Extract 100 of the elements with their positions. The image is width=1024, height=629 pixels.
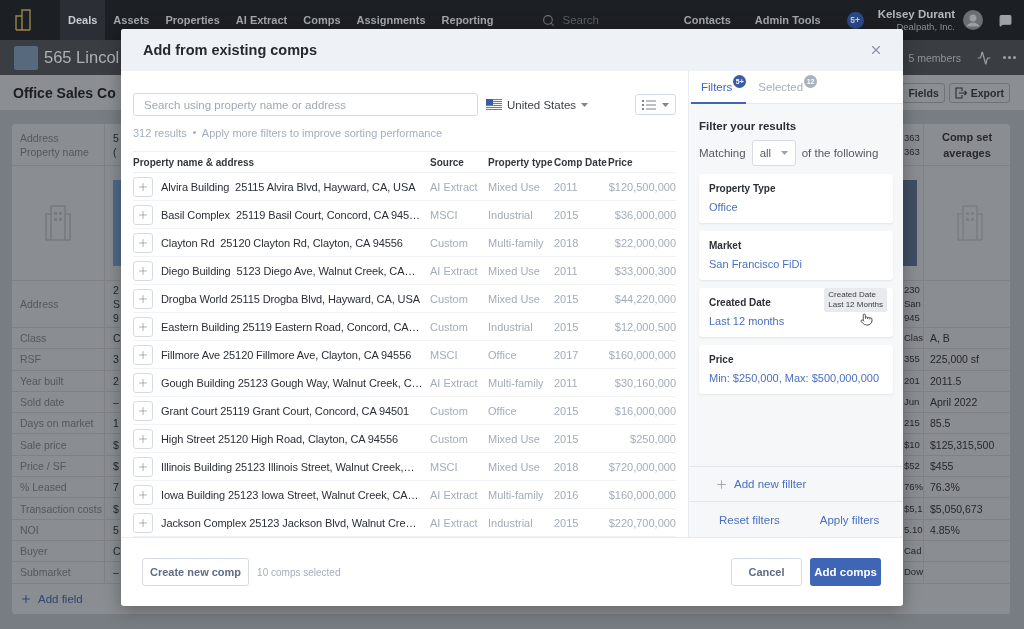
caret-icon: [581, 102, 589, 107]
logo-icon: [14, 9, 31, 31]
cut-off-value: Cad: [904, 544, 923, 559]
property-name: High Street 25120 High Road, Clayton, CA 94556: [161, 432, 399, 445]
tooltip: Created Date Last 12 Months: [824, 288, 887, 312]
filter-card[interactable]: Property Type Office: [699, 174, 893, 223]
cut-off-value: 5: [113, 522, 120, 537]
caret-icon: [662, 102, 669, 107]
nav-link[interactable]: Contacts: [671, 0, 743, 40]
filter-card[interactable]: Price Min: $250,000, Max: $500,000,000: [699, 345, 893, 394]
nav-tab[interactable]: Deals: [60, 0, 106, 40]
cancel-button[interactable]: Cancel: [731, 558, 802, 586]
add-button[interactable]: [133, 512, 153, 533]
price-value: $16,000,000: [614, 404, 676, 417]
close-button[interactable]: [869, 43, 883, 57]
cut-off-value: C: [113, 331, 121, 346]
add-button[interactable]: [133, 372, 153, 393]
photo-placeholder: [14, 45, 38, 70]
avatar-icon: [963, 10, 983, 30]
add-button[interactable]: [133, 484, 153, 505]
cut-off-value: 1: [113, 416, 120, 431]
property-name: Grant Court 25119 Grant Court, Concord, CA 94501: [161, 404, 411, 417]
user-name: Kelsey Durant: [877, 7, 955, 21]
country-select[interactable]: United States: [486, 98, 589, 111]
add-button[interactable]: [133, 176, 153, 197]
field-value: 76.3%: [930, 480, 960, 495]
plus-icon: [137, 180, 149, 193]
nav-link[interactable]: Admin Tools: [742, 0, 833, 40]
add-button[interactable]: [133, 428, 153, 449]
column-header: Source: [430, 156, 465, 168]
property-type-value: Mixed Use: [488, 264, 541, 277]
notification-badge[interactable]: 5+: [846, 11, 864, 29]
messages-button[interactable]: [999, 13, 1012, 27]
price-value: $44,220,000: [614, 292, 676, 305]
filter-card[interactable]: Created Date Last 12 months Created Date Last 12 Months: [699, 288, 893, 337]
add-button[interactable]: [133, 344, 153, 365]
filter-value: Office: [709, 201, 738, 213]
property-type-value: Mixed Use: [488, 432, 541, 445]
cut-off-value: –: [113, 395, 120, 410]
property-name: Drogba World 25115 Drogba Blvd, Hayward, CA, USA: [161, 292, 421, 305]
selection-count: 10 comps selected: [257, 566, 341, 578]
field-value: 225,000 sf: [930, 352, 980, 367]
property-name: Diego Building 5123 Diego Ave, Walnut Creek, CA…: [161, 264, 417, 277]
filter-action-link[interactable]: Apply filters: [819, 513, 880, 526]
filter-card[interactable]: Market San Francisco FiDi: [699, 231, 893, 280]
export-button[interactable]: Export: [948, 82, 1010, 103]
nav-tab[interactable]: Assets: [105, 0, 158, 40]
add-button[interactable]: [133, 456, 153, 477]
source-value: AI Extract: [430, 180, 479, 193]
caret-icon: [780, 151, 788, 155]
cut-off-value: 215: [904, 416, 921, 431]
panel-heading: Filter your results: [699, 120, 798, 132]
add-comps-button[interactable]: Add comps: [810, 558, 881, 586]
nav-tab[interactable]: Properties: [157, 0, 228, 40]
add-button[interactable]: [133, 288, 153, 309]
add-button[interactable]: [133, 232, 153, 253]
create-comp-button[interactable]: Create new comp: [142, 558, 250, 586]
cut-off-value: 9: [113, 311, 120, 325]
source-value: AI Extract: [430, 264, 479, 277]
plus-icon: [137, 376, 149, 389]
add-button[interactable]: [133, 316, 153, 337]
cut-off-value: 355: [904, 352, 921, 367]
add-button[interactable]: [133, 400, 153, 421]
add-button[interactable]: [133, 204, 153, 225]
price-value: $12,000,500: [614, 320, 676, 333]
list-icon: [642, 99, 656, 110]
cut-off-value: $: [113, 501, 120, 516]
nav-tab[interactable]: AI Extract: [227, 0, 296, 40]
filter-value: Min: $250,000, Max: $500,000,000: [709, 372, 879, 384]
comp-date-value: 2015: [554, 404, 580, 417]
price-value: $250,000: [630, 432, 676, 445]
user-company: Dealpath, Inc.: [896, 21, 955, 33]
activity-button[interactable]: [977, 50, 991, 65]
source-value: Custom: [430, 432, 469, 445]
match-select[interactable]: all: [751, 140, 796, 166]
source-value: AI Extract: [430, 516, 479, 529]
more-button[interactable]: [1003, 56, 1016, 59]
filter-action-link[interactable]: Reset filters: [719, 513, 780, 526]
more-icon: [1003, 56, 1016, 59]
cut-off-value: 201: [904, 373, 921, 388]
plus-icon: [137, 208, 149, 221]
view-toggle-button[interactable]: [635, 94, 676, 115]
add-filter-button[interactable]: Add new fillter: [715, 477, 807, 491]
comp-date-value: 2011: [554, 376, 579, 389]
cut-off-value: S: [113, 297, 121, 311]
nav-tab[interactable]: Reporting: [433, 0, 502, 40]
nav-tab[interactable]: Comps: [295, 0, 349, 40]
page-title: Office Sales Co: [13, 84, 116, 101]
column-header: Property type: [488, 156, 554, 168]
field-value: 85.5: [930, 416, 951, 431]
property-type-value: Industrial: [488, 320, 534, 333]
add-button[interactable]: [133, 260, 153, 281]
cut-off-value: $5,1: [904, 501, 923, 516]
search-field[interactable]: Search: [560, 13, 671, 27]
nav-tab[interactable]: Assignments: [348, 0, 434, 40]
search-field[interactable]: Search using property name or address: [133, 93, 478, 116]
price-value: $30,160,000: [614, 376, 676, 389]
cut-off-value: Jun: [904, 395, 921, 410]
plus-icon: [137, 348, 149, 361]
property-name: Iowa Building 25123 Iowa Street, Walnut Creek, CA…: [161, 488, 420, 501]
